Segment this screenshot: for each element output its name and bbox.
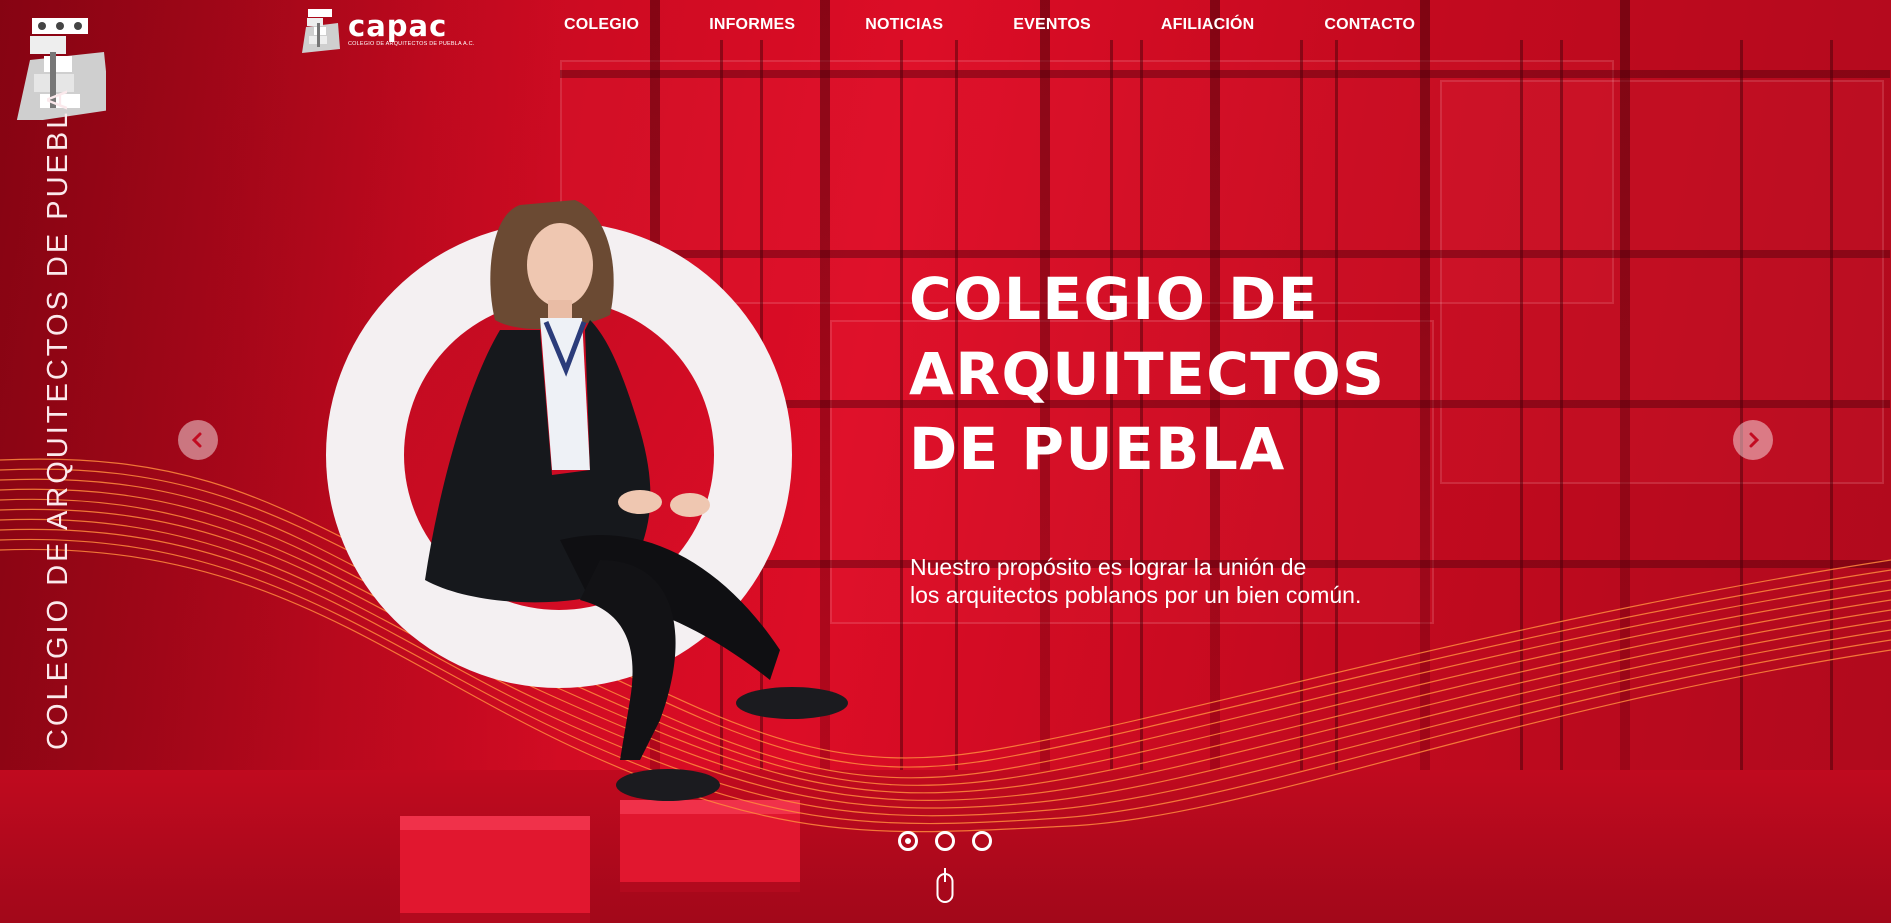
slider-pagination bbox=[898, 831, 992, 851]
hero-subtitle-line: Nuestro propósito es lograr la unión de bbox=[910, 554, 1307, 580]
slider-next-button[interactable] bbox=[1733, 420, 1773, 460]
scroll-down-mouse-icon[interactable] bbox=[936, 868, 954, 904]
chevron-right-icon bbox=[1749, 432, 1760, 448]
hero-title-line: DE PUEBLA bbox=[909, 415, 1286, 483]
hero-title-line: ARQUITECTOS bbox=[909, 340, 1386, 408]
slider-dot-1[interactable] bbox=[898, 831, 918, 851]
hero-title-line: COLEGIO DE bbox=[909, 265, 1319, 333]
slider-dot-3[interactable] bbox=[972, 831, 992, 851]
hero-subtitle-line: los arquitectos poblanos por un bien com… bbox=[910, 582, 1362, 608]
slider-dot-2[interactable] bbox=[935, 831, 955, 851]
slider-prev-button[interactable] bbox=[178, 420, 218, 460]
chevron-left-icon bbox=[191, 432, 202, 448]
hero-title: COLEGIO DE ARQUITECTOS DE PUEBLA bbox=[909, 262, 1385, 487]
hero-subtitle: Nuestro propósito es lograr la unión de … bbox=[910, 553, 1361, 609]
